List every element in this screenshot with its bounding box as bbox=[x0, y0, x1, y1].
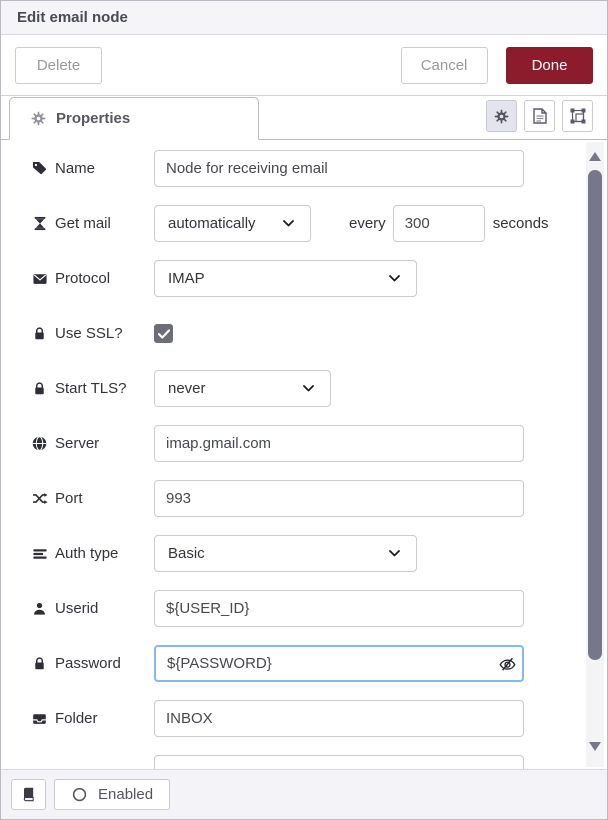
book-icon bbox=[20, 787, 37, 802]
seconds-label: seconds bbox=[493, 215, 549, 232]
form-row-folder: Folder bbox=[31, 700, 607, 737]
tab-properties-label: Properties bbox=[56, 110, 130, 127]
appearance-icon bbox=[569, 108, 586, 124]
toggle-password-visibility-button[interactable] bbox=[499, 655, 516, 672]
server-input[interactable] bbox=[154, 425, 524, 462]
toolbar-right-group: Cancel Done bbox=[401, 47, 593, 84]
enabled-label: Enabled bbox=[98, 786, 153, 803]
name-label: Name bbox=[31, 160, 154, 177]
document-icon bbox=[531, 108, 548, 124]
password-field-wrap bbox=[154, 645, 524, 682]
form-row-use-ssl: Use SSL? bbox=[31, 315, 607, 352]
node-help-button[interactable] bbox=[11, 779, 46, 810]
protocol-label: Protocol bbox=[31, 270, 154, 287]
properties-form: Name Get mail automatically every bbox=[1, 140, 607, 769]
protocol-select[interactable]: IMAP bbox=[154, 260, 417, 297]
port-label: Port bbox=[31, 490, 154, 507]
envelope-icon bbox=[31, 272, 48, 286]
get-mail-label: Get mail bbox=[31, 215, 154, 232]
server-label: Server bbox=[31, 435, 154, 452]
userid-input[interactable] bbox=[154, 590, 524, 627]
interval-input[interactable] bbox=[393, 205, 485, 242]
name-input[interactable] bbox=[154, 150, 524, 187]
editor-view-buttons bbox=[486, 100, 593, 132]
delete-button[interactable]: Delete bbox=[15, 47, 102, 84]
form-row-name: Name bbox=[31, 150, 607, 187]
form-row-userid: Userid bbox=[31, 590, 607, 627]
use-ssl-checkbox[interactable] bbox=[154, 324, 173, 343]
dialog-footer: Enabled bbox=[1, 769, 607, 819]
lock-icon bbox=[31, 656, 48, 671]
form-row-auth-type: Auth type Basic bbox=[31, 535, 607, 572]
chevron-down-icon bbox=[300, 385, 317, 392]
scrollbar-thumb[interactable] bbox=[588, 170, 602, 660]
tab-bar: Properties bbox=[1, 96, 607, 140]
inbox-icon bbox=[31, 712, 48, 726]
gear-icon bbox=[493, 109, 510, 124]
auth-type-select[interactable]: Basic bbox=[154, 535, 417, 572]
folder-input[interactable] bbox=[154, 700, 524, 737]
start-tls-label: Start TLS? bbox=[31, 380, 154, 397]
gear-icon bbox=[30, 111, 47, 126]
properties-view-button[interactable] bbox=[486, 100, 517, 132]
password-input[interactable] bbox=[154, 645, 524, 682]
form-row-protocol: Protocol IMAP bbox=[31, 260, 607, 297]
partial-input[interactable] bbox=[154, 755, 524, 769]
port-input[interactable] bbox=[154, 480, 524, 517]
scrollbar-up-arrow[interactable] bbox=[589, 152, 601, 161]
form-row-server: Server bbox=[31, 425, 607, 462]
lock-icon bbox=[31, 326, 48, 341]
eye-slash-icon bbox=[499, 655, 516, 672]
chevron-down-icon bbox=[386, 275, 403, 282]
form-row-password: Password bbox=[31, 645, 607, 682]
form-row-port: Port bbox=[31, 480, 607, 517]
password-label: Password bbox=[31, 655, 154, 672]
every-label: every bbox=[349, 215, 386, 232]
tab-properties[interactable]: Properties bbox=[9, 97, 259, 140]
bars-icon bbox=[31, 547, 48, 561]
description-view-button[interactable] bbox=[524, 100, 555, 132]
dialog-title: Edit email node bbox=[17, 9, 128, 26]
userid-label: Userid bbox=[31, 600, 154, 617]
lock-icon bbox=[31, 381, 48, 396]
appearance-view-button[interactable] bbox=[562, 100, 593, 132]
tag-icon bbox=[31, 161, 48, 176]
user-icon bbox=[31, 601, 48, 616]
shuffle-icon bbox=[31, 491, 48, 506]
chevron-down-icon bbox=[280, 220, 297, 227]
scrollbar-down-arrow[interactable] bbox=[589, 742, 601, 751]
done-button[interactable]: Done bbox=[506, 47, 593, 84]
globe-icon bbox=[31, 436, 48, 451]
form-row-partial bbox=[31, 755, 607, 769]
use-ssl-label: Use SSL? bbox=[31, 325, 154, 342]
dialog-header: Edit email node bbox=[1, 1, 607, 35]
cancel-button[interactable]: Cancel bbox=[401, 47, 488, 84]
auth-type-label: Auth type bbox=[31, 545, 154, 562]
chevron-down-icon bbox=[386, 550, 403, 557]
get-mail-select[interactable]: automatically bbox=[154, 205, 311, 242]
enabled-toggle-button[interactable]: Enabled bbox=[54, 779, 170, 810]
hourglass-icon bbox=[31, 216, 48, 231]
dialog-toolbar: Delete Cancel Done bbox=[1, 35, 607, 96]
folder-label: Folder bbox=[31, 710, 154, 727]
edit-email-node-dialog: Edit email node Delete Cancel Done Prope… bbox=[0, 0, 608, 820]
circle-icon bbox=[71, 787, 88, 802]
start-tls-select[interactable]: never bbox=[154, 370, 331, 407]
form-row-get-mail: Get mail automatically every seconds bbox=[31, 205, 607, 242]
form-row-start-tls: Start TLS? never bbox=[31, 370, 607, 407]
form-scrollbar[interactable] bbox=[586, 142, 604, 767]
